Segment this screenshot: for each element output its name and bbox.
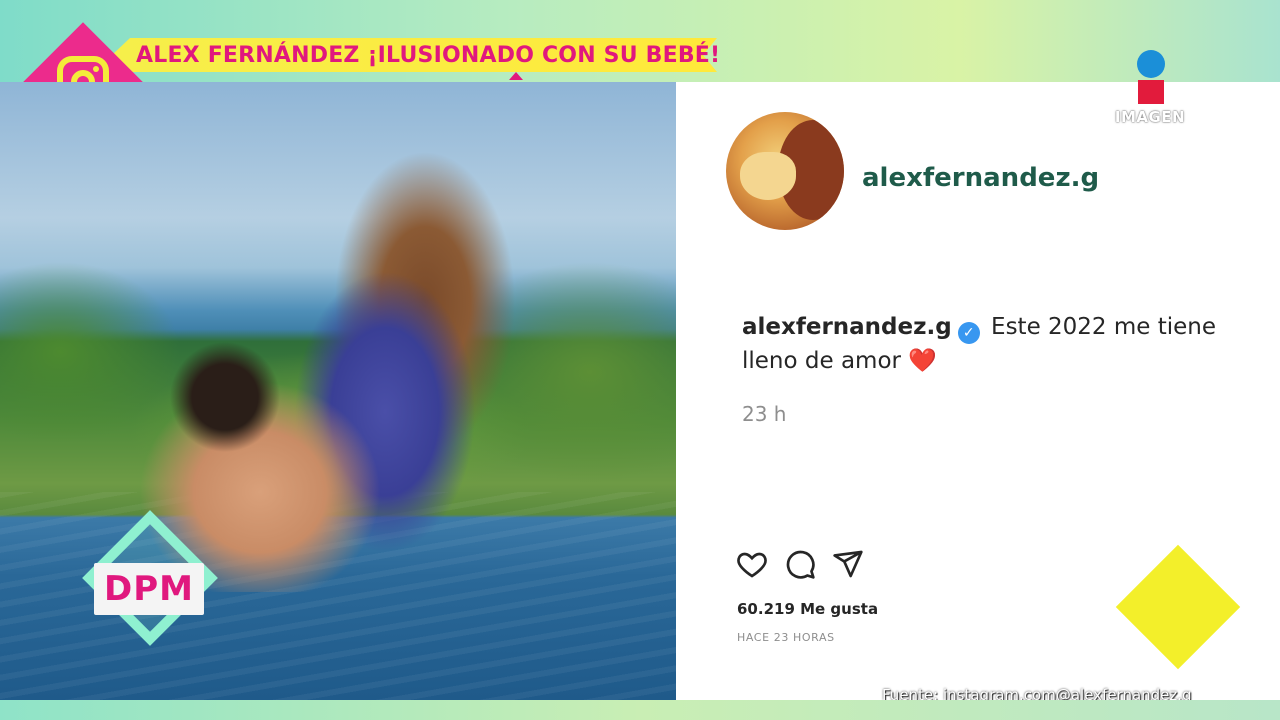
- caption-username[interactable]: alexfernandez.g: [742, 314, 952, 340]
- comment-icon[interactable]: [784, 548, 816, 580]
- heart-icon[interactable]: [736, 548, 768, 580]
- bottom-band: [0, 700, 1280, 720]
- share-icon[interactable]: [832, 548, 864, 580]
- post-timestamp: HACE 23 HORAS: [737, 631, 835, 644]
- photo-man-hair: [170, 342, 280, 452]
- headline-pointer: [509, 72, 523, 80]
- post-username[interactable]: alexfernandez.g: [862, 158, 1099, 198]
- dpm-text: DPM: [104, 569, 194, 609]
- avatar[interactable]: [726, 112, 844, 230]
- post-time-ago: 23 h: [742, 402, 787, 426]
- dpm-badge: DPM: [70, 508, 230, 668]
- caption-emoji: ❤️: [908, 348, 937, 374]
- verified-icon: ✓: [957, 322, 980, 344]
- post-caption: alexfernandez.g ✓ Este 2022 me tiene llen…: [742, 310, 1242, 378]
- channel-logo: IMAGEN: [1108, 50, 1192, 130]
- logo-blue-dot: [1137, 50, 1165, 78]
- channel-logo-label: IMAGEN: [1114, 108, 1186, 126]
- logo-red-square: [1138, 80, 1164, 104]
- avatar-lion-face: [740, 152, 796, 200]
- post-likes[interactable]: 60.219 Me gusta: [737, 600, 878, 618]
- headline-text: ALEX FERNÁNDEZ ¡ILUSIONADO CON SU BEBÉ!: [136, 43, 721, 68]
